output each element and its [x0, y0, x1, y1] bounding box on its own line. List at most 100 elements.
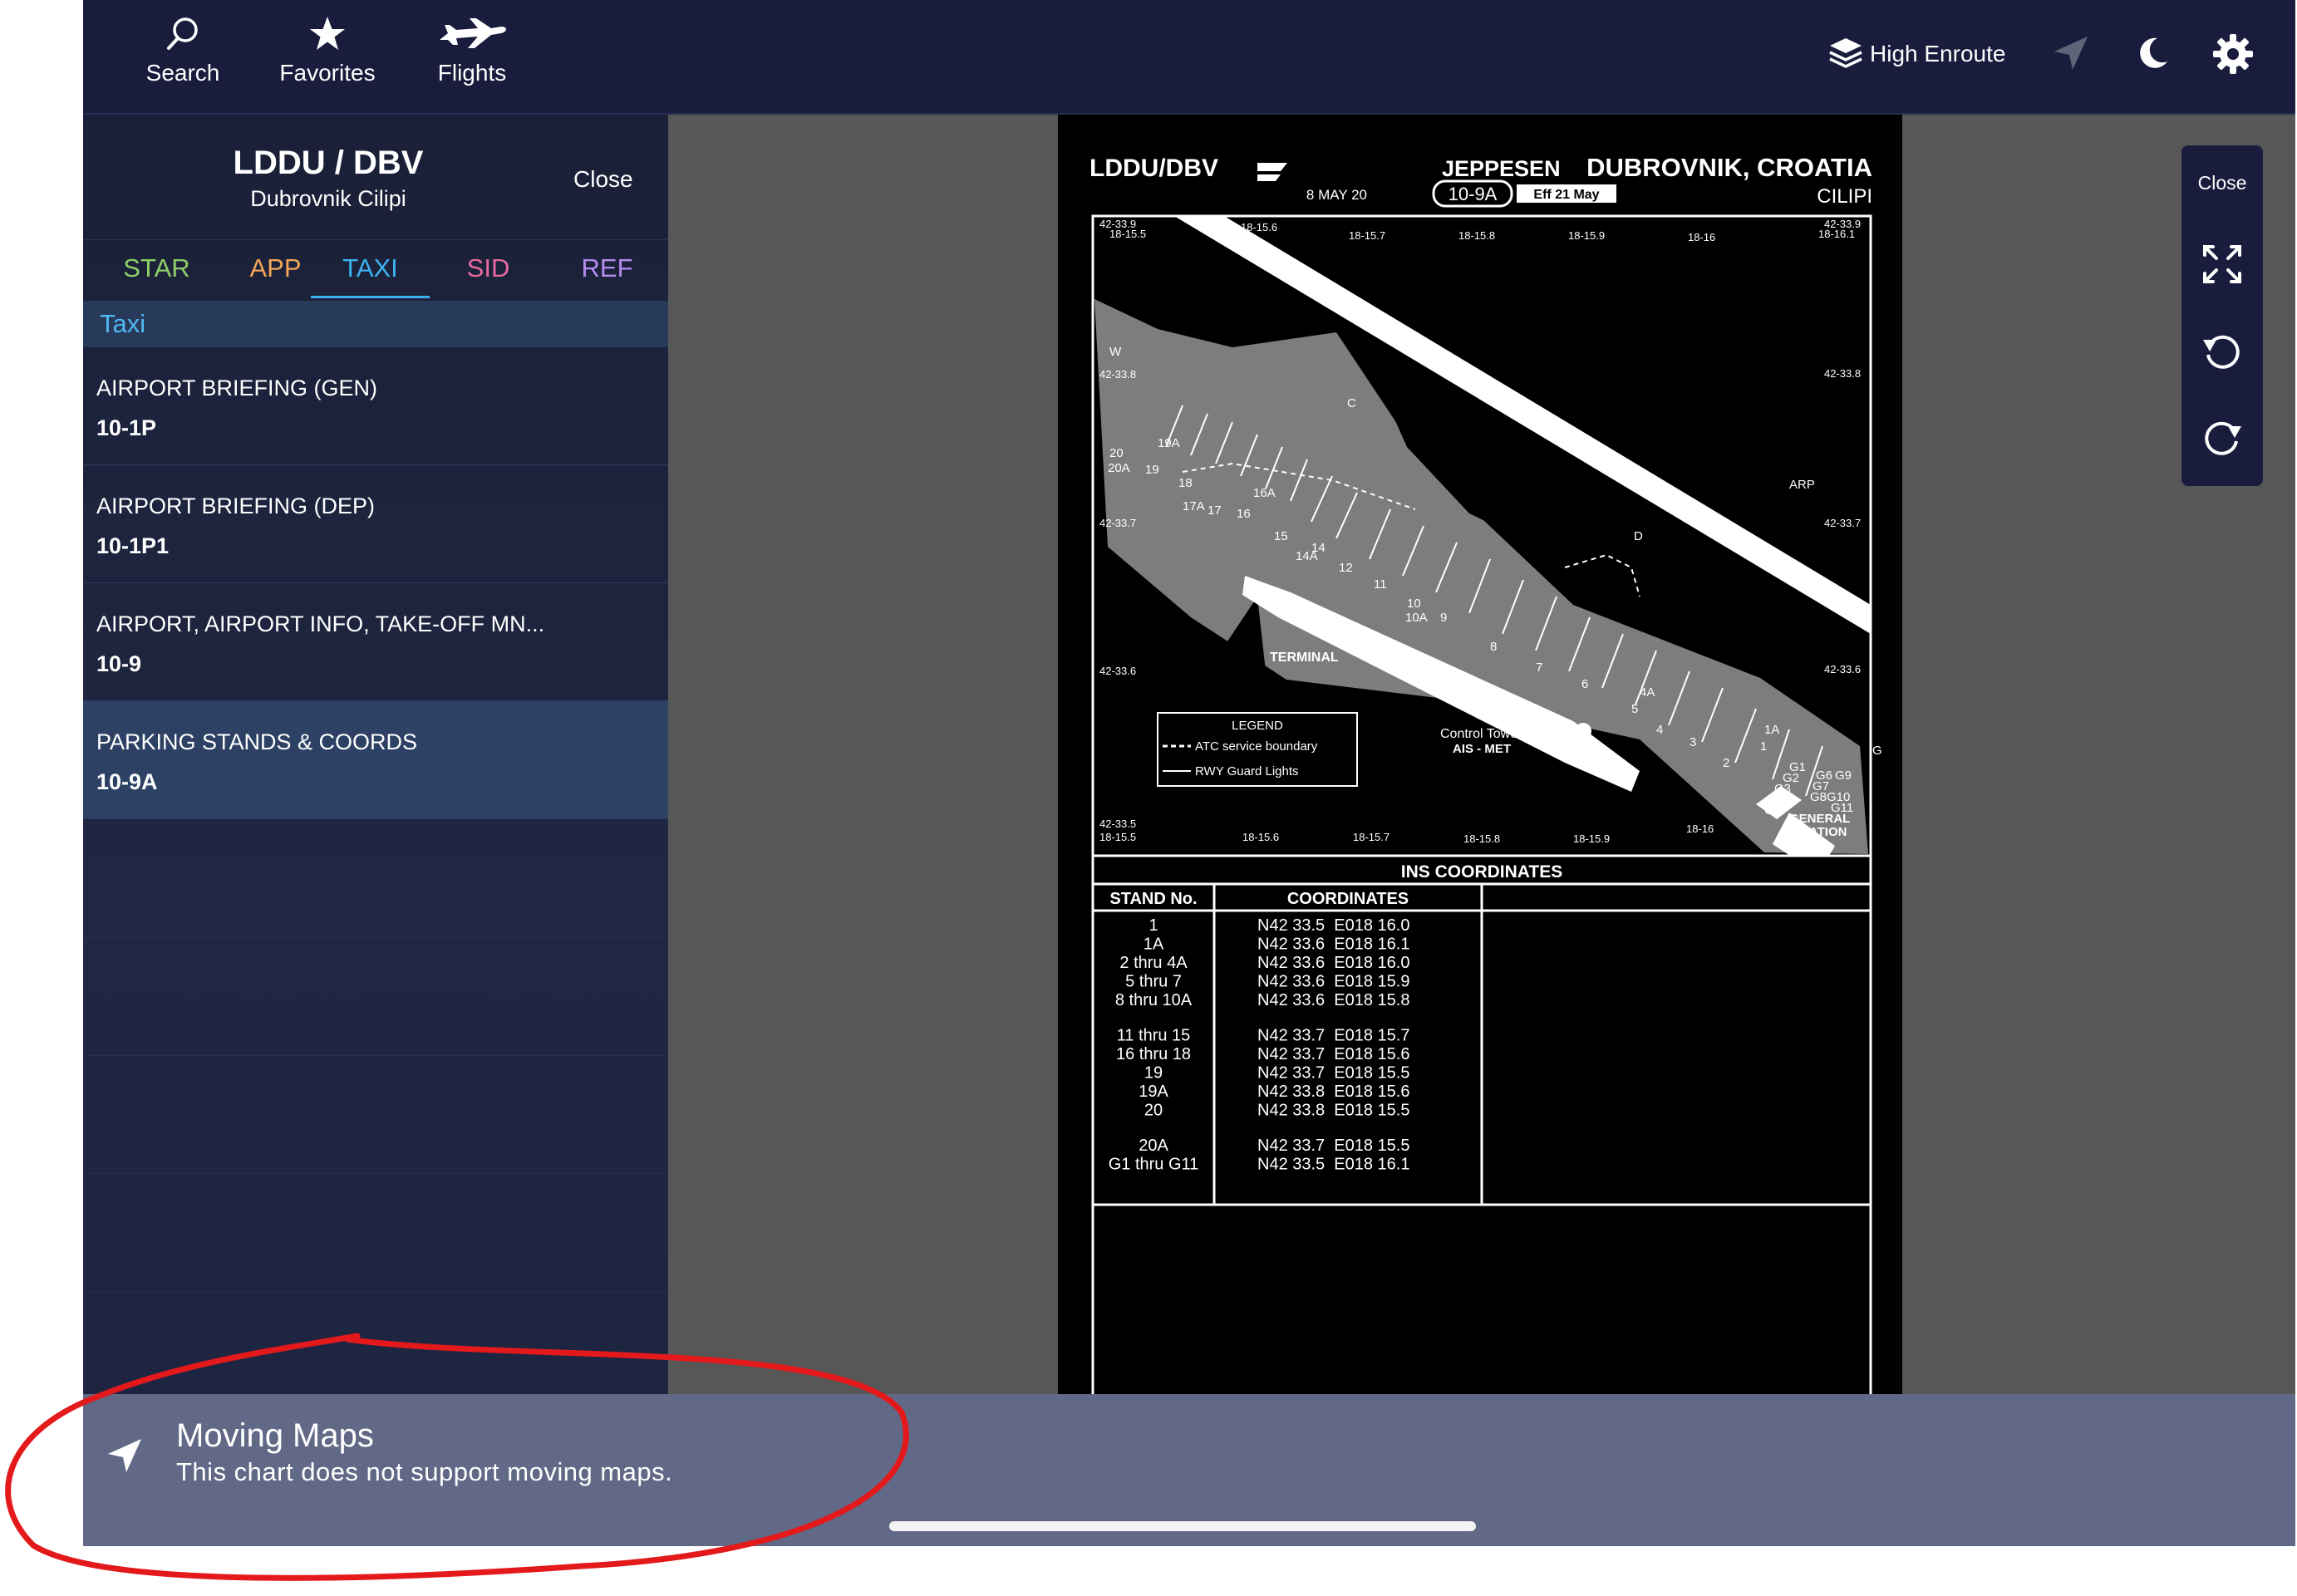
layer-selector[interactable]: High Enroute	[1827, 33, 2005, 75]
chart-location: DUBROVNIK, CROATIA	[1586, 153, 1872, 182]
svg-text:17: 17	[1208, 503, 1222, 518]
svg-text:42-33.8: 42-33.8	[1824, 367, 1861, 380]
toast-message: This chart does not support moving maps.	[176, 1457, 673, 1486]
chart-effective: Eff 21 May	[1533, 188, 1599, 202]
svg-text:D: D	[1634, 529, 1643, 543]
home-indicator[interactable]	[889, 1521, 1476, 1531]
svg-text:2: 2	[1723, 756, 1729, 770]
table-cell-coords: N42 33.8 E018 15.6	[1257, 1083, 1409, 1101]
sidebar: LDDU / DBV Dubrovnik Cilipi Close STAR A…	[83, 115, 668, 1546]
app-screen: Search Favorites Flights High Enroute LD…	[83, 0, 2295, 1546]
airplane-icon	[440, 18, 506, 48]
layer-label: High Enroute	[1870, 41, 2006, 66]
moon-icon[interactable]	[2132, 33, 2172, 73]
control-tower	[1575, 723, 1591, 739]
search-button[interactable]: Search	[125, 15, 241, 98]
svg-text:1: 1	[1760, 739, 1767, 754]
tab-star[interactable]: STAR	[97, 239, 216, 297]
chart-airport-name: CILIPI	[1817, 185, 1872, 208]
table-cell-coords: N42 33.6 E018 16.0	[1257, 954, 1409, 972]
svg-text:W: W	[1109, 345, 1122, 359]
table-cell-coords: N42 33.8 E018 15.5	[1257, 1102, 1409, 1120]
airport-subtitle: Dubrovnik Cilipi	[250, 186, 406, 211]
chart-title: AIRPORT BRIEFING (GEN)	[96, 376, 378, 400]
chart-code: 10-1P	[96, 415, 157, 440]
table-cell-coords: N42 33.7 E018 15.5	[1257, 1137, 1409, 1155]
table-cell-stand: 1	[1148, 916, 1158, 935]
table-cell-coords: N42 33.6 E018 16.1	[1257, 936, 1409, 954]
table-cell-stand: 20	[1144, 1102, 1163, 1120]
gear-icon[interactable]	[2212, 33, 2254, 75]
svg-text:15: 15	[1274, 529, 1288, 543]
svg-text:1A: 1A	[1764, 723, 1779, 737]
col-stand-header: STAND No.	[1109, 890, 1197, 908]
svg-text:18-15.6: 18-15.6	[1242, 831, 1279, 843]
table-cell-stand: 11 thru 15	[1117, 1027, 1191, 1045]
svg-text:18-15.8: 18-15.8	[1463, 832, 1500, 845]
svg-text:16: 16	[1237, 507, 1251, 521]
svg-text:16A: 16A	[1253, 486, 1276, 500]
tower-label: Control Tower	[1440, 727, 1522, 741]
rotate-right-icon[interactable]	[2201, 416, 2243, 458]
flights-button[interactable]: Flights	[414, 15, 530, 98]
svg-text:42-33.5: 42-33.5	[1099, 818, 1136, 830]
sidebar-close-button[interactable]: Close	[573, 166, 633, 193]
chart-ident: LDDU/DBV	[1089, 155, 1218, 182]
search-icon	[167, 17, 198, 50]
svg-text:18-15.7: 18-15.7	[1349, 229, 1385, 242]
svg-text:18-15.9: 18-15.9	[1568, 229, 1605, 242]
ga-label-2: AVIATION	[1789, 825, 1847, 839]
svg-text:42-33.7: 42-33.7	[1099, 517, 1136, 529]
chart-list-item[interactable]: AIRPORT, AIRPORT INFO, TAKE-OFF MN... 10…	[83, 583, 668, 701]
svg-text:18-15.5: 18-15.5	[1099, 831, 1136, 843]
legend-atc: ATC service boundary	[1195, 739, 1318, 754]
rotate-left-icon[interactable]	[2201, 330, 2243, 371]
svg-text:G: G	[1872, 744, 1882, 758]
svg-text:20: 20	[1109, 446, 1124, 460]
tab-taxi[interactable]: TAXI	[311, 239, 430, 297]
airport-chart: LDDU/DBV JEPPESEN DUBROVNIK, CROATIA CIL…	[1089, 153, 1882, 1539]
chart-viewer[interactable]: LDDU/DBV JEPPESEN DUBROVNIK, CROATIA CIL…	[1058, 115, 1902, 1546]
ais-label: AIS - MET	[1453, 742, 1511, 756]
favorites-button[interactable]: Favorites	[269, 15, 386, 98]
svg-text:12: 12	[1339, 561, 1353, 575]
list-divider	[83, 1055, 668, 1056]
chart-title: AIRPORT BRIEFING (DEP)	[96, 494, 376, 518]
legend-title: LEGEND	[1232, 719, 1283, 733]
chart-list-item-selected[interactable]: PARKING STANDS & COORDS 10-9A	[83, 701, 668, 819]
col-coords-header: COORDINATES	[1287, 890, 1409, 908]
svg-text:G5: G5	[1764, 803, 1781, 818]
location-arrow-icon[interactable]	[2051, 33, 2091, 73]
svg-text:18-15.7: 18-15.7	[1353, 831, 1390, 843]
table-cell-coords: N42 33.6 E018 15.9	[1257, 973, 1409, 991]
list-divider	[83, 937, 668, 938]
chart-close-button[interactable]: Close	[2181, 172, 2263, 194]
tab-ref[interactable]: REF	[548, 239, 666, 297]
table-cell-stand: 8 thru 10A	[1115, 991, 1193, 1009]
svg-text:18-15.9: 18-15.9	[1573, 832, 1610, 845]
list-divider	[83, 1173, 668, 1174]
table-cell-coords: N42 33.6 E018 15.8	[1257, 991, 1409, 1009]
svg-text:42-33.9: 42-33.9	[1824, 218, 1861, 230]
fullscreen-icon[interactable]	[2201, 243, 2243, 285]
svg-text:8: 8	[1490, 640, 1497, 654]
svg-text:19A: 19A	[1158, 436, 1180, 450]
chart-list-item[interactable]: AIRPORT BRIEFING (DEP) 10-1P1	[83, 465, 668, 583]
table-cell-stand: 19	[1144, 1064, 1163, 1083]
tab-sid[interactable]: SID	[429, 239, 548, 297]
favorites-label: Favorites	[279, 60, 376, 86]
svg-text:9: 9	[1440, 611, 1447, 625]
svg-text:14: 14	[1311, 541, 1326, 555]
svg-text:6: 6	[1581, 677, 1588, 691]
moving-maps-toast[interactable]: Moving Maps This chart does not support …	[83, 1394, 2295, 1546]
svg-text:4A: 4A	[1640, 685, 1655, 700]
svg-text:42-33.8: 42-33.8	[1099, 368, 1136, 381]
chart-code: 10-1P1	[96, 533, 170, 558]
chart-code: 10-9	[96, 651, 142, 676]
list-divider	[83, 1291, 668, 1292]
table-cell-stand: G1 thru G11	[1109, 1156, 1199, 1174]
svg-text:4: 4	[1656, 723, 1663, 737]
chart-title: AIRPORT, AIRPORT INFO, TAKE-OFF MN...	[96, 611, 545, 636]
chart-list-item[interactable]: AIRPORT BRIEFING (GEN) 10-1P	[83, 347, 668, 465]
svg-text:7: 7	[1536, 660, 1542, 675]
